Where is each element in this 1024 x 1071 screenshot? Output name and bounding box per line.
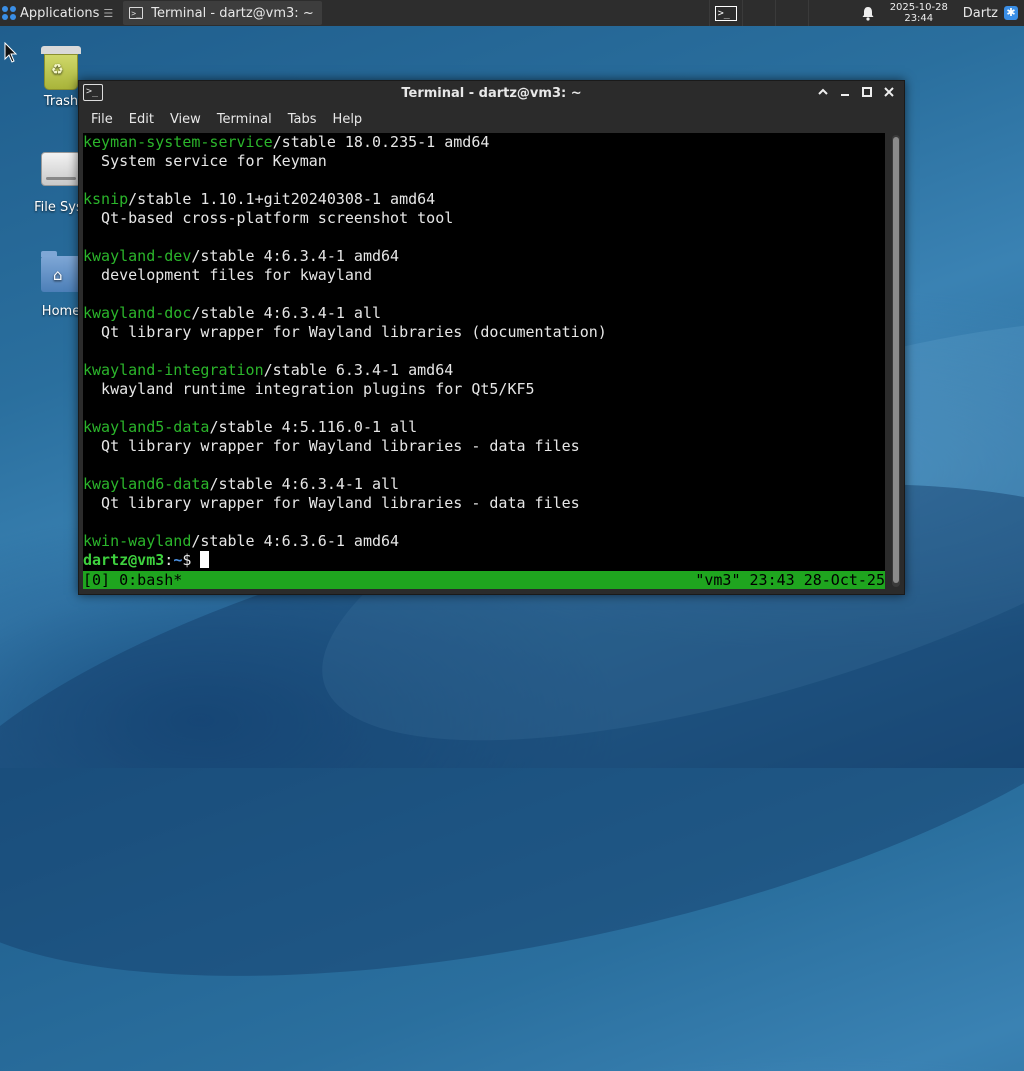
package-version: /stable 4:6.3.4-1 all [191,304,382,322]
workspace-3-button[interactable] [774,0,808,26]
panel-clock[interactable]: 2025-10-28 23:44 [883,2,955,24]
home-folder-icon: ⌂ [41,251,81,292]
prompt-symbol: $ [182,551,201,569]
maximize-icon [862,87,872,97]
output-line: kwin-wayland/stable 4:6.3.6-1 amd64 [83,532,885,551]
window-titlebar[interactable]: >_ Terminal - dartz@vm3: ~ [79,81,904,107]
window-title: Terminal - dartz@vm3: ~ [401,86,582,101]
package-version: /stable 6.3.4-1 amd64 [263,361,454,379]
close-icon [884,87,894,97]
package-name: kwayland-doc [83,304,192,322]
notification-bell-icon[interactable] [853,6,883,21]
output-line: kwayland-doc/stable 4:6.3.4-1 all [83,304,885,323]
shell-prompt[interactable]: dartz@vm3:~$ [83,551,885,570]
package-name: kwayland-integration [83,361,264,379]
package-version: /stable 4:6.3.6-1 amd64 [191,532,400,550]
terminal-output[interactable]: keyman-system-service/stable 18.0.235-1 … [83,133,885,589]
output-line: ksnip/stable 1.10.1+git20240308-1 amd64 [83,190,885,209]
taskbar-terminal-button[interactable]: >_ Terminal - dartz@vm3: ~ [123,1,322,25]
text-cursor [200,551,210,568]
prompt-colon: : [164,551,174,569]
package-description: Qt library wrapper for Wayland libraries… [83,494,580,512]
workspace-terminal-icon: >_ [714,5,737,21]
user-menu-label[interactable]: Dartz [963,6,998,21]
package-version: /stable 4:6.3.4-1 amd64 [191,247,400,265]
package-description: development files for kwayland [83,266,372,284]
package-description: Qt-based cross-platform screenshot tool [83,209,454,227]
workspace-1-button[interactable]: >_ [708,0,742,26]
menu-help[interactable]: Help [325,112,371,127]
menu-file[interactable]: File [83,112,121,127]
package-version: /stable 1.10.1+git20240308-1 amd64 [128,190,436,208]
output-line: kwayland-dev/stable 4:6.3.4-1 amd64 [83,247,885,266]
scrollbar-thumb[interactable] [893,137,899,583]
menu-edit[interactable]: Edit [121,112,162,127]
top-panel: Applications ☰ >_ Terminal - dartz@vm3: … [0,0,1024,26]
package-version: /stable 4:5.116.0-1 all [209,418,418,436]
terminal-scrollbar[interactable] [892,135,900,587]
package-name: keyman-system-service [83,133,273,151]
package-description: Qt library wrapper for Wayland libraries… [83,323,607,341]
menu-terminal[interactable]: Terminal [209,112,280,127]
maximize-button[interactable] [858,84,876,104]
trash-icon: ♻ [41,46,81,90]
package-description: System service for Keyman [83,152,327,170]
tmux-status-bar: [0] 0:bash* "vm3" 23:43 28-Oct-25 [83,571,885,589]
output-line: keyman-system-service/stable 18.0.235-1 … [83,133,885,152]
minimize-button[interactable] [836,84,854,104]
chevron-up-icon [818,88,828,95]
terminal-window: >_ Terminal - dartz@vm3: ~ File Edit Vie… [78,80,905,595]
prompt-path: ~ [173,551,183,569]
drive-icon [41,152,81,186]
applications-label: Applications [20,5,100,21]
package-description: kwayland runtime integration plugins for… [83,380,535,398]
applications-menu-button[interactable]: Applications ☰ [0,0,119,26]
menu-tabs[interactable]: Tabs [280,112,325,127]
output-line: kwayland5-data/stable 4:5.116.0-1 all [83,418,885,437]
window-menubar: File Edit View Terminal Tabs Help [79,107,904,132]
package-name: kwin-wayland [83,532,192,550]
package-version: /stable 4:6.3.4-1 all [209,475,400,493]
workspace-4-button[interactable] [807,0,841,26]
taskbar-terminal-title: Terminal - dartz@vm3: ~ [151,5,314,21]
prompt-user: dartz@vm3 [83,551,165,569]
clock-time: 23:44 [904,13,934,24]
terminal-icon: >_ [129,7,144,19]
xfce-logo-icon [2,6,16,20]
gear-icon[interactable]: ✱ [1004,6,1018,20]
mouse-cursor-icon [4,42,18,63]
package-name: ksnip [83,190,129,208]
menu-view[interactable]: View [162,112,209,127]
menu-separator-icon: ☰ [103,6,114,20]
output-line: kwayland-integration/stable 6.3.4-1 amd6… [83,361,885,380]
package-version: /stable 18.0.235-1 amd64 [272,133,490,151]
package-description: Qt library wrapper for Wayland libraries… [83,437,580,455]
minimize-icon [841,94,849,96]
clock-date: 2025-10-28 [889,2,948,13]
tmux-status-right: "vm3" 23:43 28-Oct-25 [695,571,885,589]
package-name: kwayland6-data [83,475,210,493]
workspace-2-button[interactable] [741,0,775,26]
tmux-window-list[interactable]: [0] 0:bash* [83,571,182,589]
package-name: kwayland-dev [83,247,192,265]
roll-up-button[interactable] [814,84,832,104]
package-name: kwayland5-data [83,418,210,436]
close-button[interactable] [880,84,898,104]
output-line: kwayland6-data/stable 4:6.3.4-1 all [83,475,885,494]
